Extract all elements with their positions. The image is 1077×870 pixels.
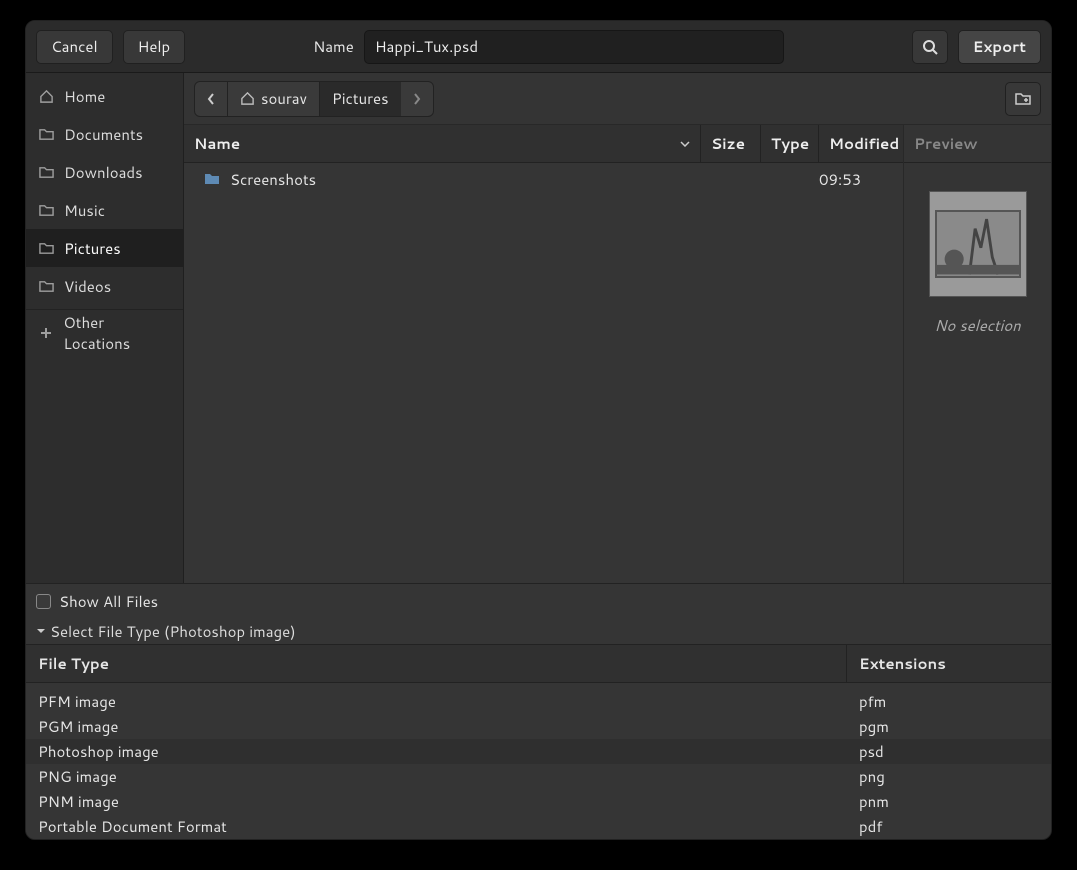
path-segment-label: Pictures [332, 88, 389, 109]
file-modified: 09:53 [809, 169, 893, 190]
filetype-ext: pgm [847, 716, 1051, 737]
file-list[interactable]: Screenshots 09:53 [184, 163, 903, 583]
filetype-row[interactable]: Photoshop imagepsd [26, 739, 1051, 764]
filetype-ext: pdf [847, 816, 1051, 837]
preview-no-selection: No selection [934, 315, 1020, 336]
file-type-table: File Type Extensions PFM imagepfmPGM ima… [26, 644, 1051, 839]
preview-thumbnail [929, 191, 1027, 297]
filetype-column-ext[interactable]: Extensions [847, 645, 1051, 682]
sidebar-item-music[interactable]: Music [26, 191, 183, 229]
chevron-left-icon [207, 93, 215, 105]
column-modified[interactable]: Modified [819, 125, 903, 162]
path-segment-label: sourav [261, 88, 307, 109]
sidebar-item-home[interactable]: Home [26, 77, 183, 115]
file-name: Screenshots [230, 169, 316, 190]
sidebar-item-other-locations[interactable]: Other Locations [26, 314, 183, 352]
sidebar-item-label: Documents [64, 124, 143, 145]
filename-input[interactable] [364, 30, 784, 64]
filetype-row[interactable]: Portable Document Formatpdf [26, 814, 1051, 839]
filetype-name: PNG image [26, 766, 847, 787]
filetype-ext: pfm [847, 691, 1051, 712]
folder-icon [204, 171, 220, 187]
sidebar-item-label: Downloads [64, 162, 143, 183]
filetype-row[interactable]: PNM imagepnm [26, 789, 1051, 814]
column-name[interactable]: Name [184, 125, 701, 162]
column-name-label: Name [194, 133, 240, 154]
path-segment-pictures[interactable]: Pictures [320, 82, 401, 116]
path-back-button[interactable] [195, 82, 228, 116]
column-size-label: Size [711, 133, 745, 154]
filetype-ext: png [847, 766, 1051, 787]
folder-icon [38, 164, 54, 180]
file-browser: sourav Pictures Name [184, 73, 1051, 583]
header-bar: Cancel Help Name Export [26, 21, 1051, 73]
filetype-name: PGM image [26, 716, 847, 737]
column-size[interactable]: Size [701, 125, 761, 162]
export-button[interactable]: Export [958, 30, 1041, 64]
new-folder-icon [1015, 91, 1031, 107]
plus-icon [38, 325, 53, 341]
show-all-files-label: Show All Files [59, 591, 158, 612]
filetype-name: Photoshop image [26, 741, 847, 762]
folder-icon [38, 202, 54, 218]
search-icon [922, 39, 938, 55]
filetype-ext: psd [847, 741, 1051, 762]
preview-pane: Preview No selection [903, 125, 1051, 583]
file-row[interactable]: Screenshots 09:53 [184, 163, 903, 195]
path-bar: sourav Pictures [184, 73, 1051, 125]
filetype-name: PNM image [26, 791, 847, 812]
preview-header: Preview [904, 125, 1051, 163]
folder-icon [38, 240, 54, 256]
select-file-type-label: Select File Type (Photoshop image) [50, 621, 296, 642]
export-dialog: Cancel Help Name Export Home Documents Dow… [25, 20, 1052, 840]
sort-down-icon [680, 141, 690, 147]
filetype-row[interactable]: PFM imagepfm [26, 689, 1051, 714]
sidebar-item-documents[interactable]: Documents [26, 115, 183, 153]
cancel-button[interactable]: Cancel [36, 30, 113, 64]
sidebar-item-label: Pictures [64, 238, 121, 259]
chevron-right-icon [413, 93, 421, 105]
filetype-row[interactable]: PGM imagepgm [26, 714, 1051, 739]
filetype-row[interactable]: PNG imagepng [26, 764, 1051, 789]
column-modified-label: Modified [829, 133, 899, 154]
filetype-name: Portable Document Format [26, 816, 847, 837]
sidebar-separator [26, 309, 183, 310]
sidebar-item-label: Music [64, 200, 105, 221]
show-all-files-checkbox[interactable] [36, 594, 51, 609]
filetype-column-type[interactable]: File Type [26, 645, 847, 682]
expander-down-icon [36, 627, 46, 635]
new-folder-button[interactable] [1005, 82, 1041, 116]
folder-icon [38, 278, 54, 294]
options-panel: Show All Files Select File Type (Photosh… [26, 583, 1051, 839]
column-type[interactable]: Type [761, 125, 819, 162]
home-icon [240, 91, 255, 106]
sidebar-item-label: Other Locations [63, 312, 171, 354]
sidebar-item-downloads[interactable]: Downloads [26, 153, 183, 191]
path-forward-button[interactable] [401, 82, 433, 116]
name-label: Name [313, 36, 354, 57]
path-segment-sourav[interactable]: sourav [228, 82, 320, 116]
select-file-type-expander[interactable]: Select File Type (Photoshop image) [26, 618, 1051, 644]
places-sidebar: Home Documents Downloads Music Pictures Video… [26, 73, 184, 583]
home-icon [38, 88, 54, 104]
sidebar-item-pictures[interactable]: Pictures [26, 229, 183, 267]
help-button[interactable]: Help [123, 30, 186, 64]
image-placeholder-icon [937, 210, 1019, 276]
sidebar-item-label: Videos [64, 276, 111, 297]
search-button[interactable] [912, 30, 948, 64]
column-headers: Name Size Type Modified [184, 125, 903, 163]
sidebar-item-videos[interactable]: Videos [26, 267, 183, 305]
filetype-name: PFM image [26, 691, 847, 712]
sidebar-item-label: Home [64, 86, 105, 107]
filetype-ext: pnm [847, 791, 1051, 812]
folder-icon [38, 126, 54, 142]
column-type-label: Type [771, 133, 809, 154]
